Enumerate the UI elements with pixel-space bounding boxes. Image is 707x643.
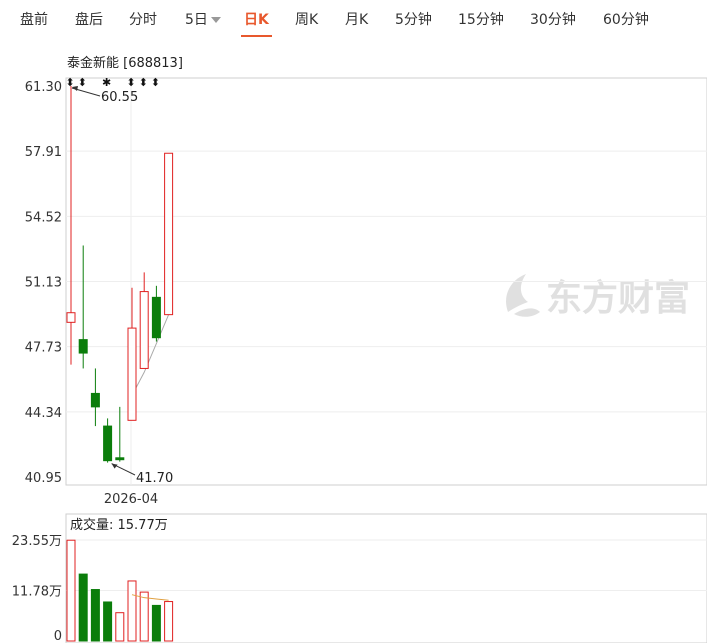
main-y-axis: 61.30 57.91 54.52 51.13 47.73 44.34 40.95 [25,80,62,486]
moving-average-line [131,314,170,396]
candle-body [78,339,88,354]
min-price-label: 41.70 [136,471,173,486]
event-marker-icon: ✱ [102,76,111,89]
y-tick-label: 44.34 [25,406,62,421]
volume-bar [151,604,161,642]
volume-bar [66,539,76,642]
ma-polyline [131,314,170,396]
x-tick-label: 2026-04 [104,492,158,507]
y-tick-label: 40.95 [25,471,62,486]
volume-y-tick-label: 0 [54,629,62,643]
volume-y-axis: 23.55万 11.78万 0 [12,534,62,643]
watermark: 东方财富 [506,274,690,319]
kline-chart[interactable]: 东方财富 泰金新能 [688813] 61.30 57.91 54.52 51.13 4… [0,0,707,643]
volume-title: 成交量: 15.77万 [70,517,168,533]
max-price-label: 60.55 [101,90,138,105]
y-tick-label: 54.52 [25,210,62,225]
y-tick-label: 57.91 [25,145,62,160]
volume-bar [115,612,125,642]
volume-bar [127,580,137,642]
y-tick-label: 47.73 [25,341,62,356]
candle-body [139,291,149,369]
event-marker-icon: ⬍ [126,76,135,89]
volume-grid [66,539,707,591]
candle-body [151,296,161,339]
main-grid [66,78,707,485]
candle-body [127,327,137,421]
volume-bar [78,573,88,642]
y-tick-label: 61.30 [25,80,62,95]
candle-body [164,152,174,316]
volume-bar [90,589,100,642]
volume-bar [139,591,149,642]
volume-y-tick-label: 23.55万 [12,534,62,549]
volume-bar [164,601,174,642]
candle-body [66,312,76,323]
y-tick-label: 51.13 [25,276,62,291]
volume-bar [103,601,113,642]
candle-body [115,457,125,461]
event-marker-icon: ⬍ [151,76,160,89]
candle-body [90,392,100,408]
volume-panel-frame [65,513,707,643]
candles [66,86,174,463]
candle-body [103,425,113,462]
volume-ma-polyline [131,594,169,601]
volume-ma-line [131,594,169,601]
watermark-logo-icon [506,274,540,317]
event-marker-icon: ⬍ [78,76,87,89]
stock-title: 泰金新能 [688813] [67,55,183,71]
event-marker-icon: ⬍ [139,76,148,89]
volume-y-tick-label: 11.78万 [12,585,62,600]
watermark-text: 东方财富 [546,277,690,319]
price-annotations: 60.55 41.70 [71,86,173,486]
